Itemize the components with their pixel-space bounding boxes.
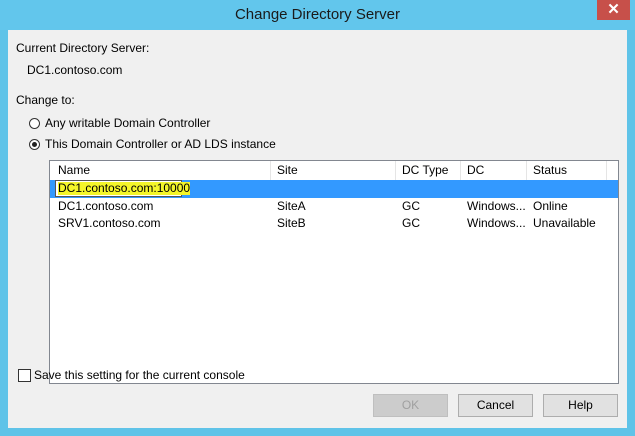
row-name: DC1.contoso.com bbox=[58, 199, 154, 213]
radio-any-writable-dc[interactable] bbox=[29, 118, 40, 129]
server-name-edit-field[interactable]: DC1.contoso.com:10000 bbox=[55, 180, 191, 197]
row-dc-type: GC bbox=[402, 216, 420, 230]
column-header-dc-type[interactable]: DC Type bbox=[396, 161, 461, 180]
ok-button[interactable]: OK bbox=[373, 394, 448, 417]
row-site: SiteA bbox=[277, 199, 306, 213]
radio-this-dc[interactable] bbox=[29, 139, 40, 150]
radio-any-writable-dc-label[interactable]: Any writable Domain Controller bbox=[45, 116, 210, 130]
title-bar: Change Directory Server ✕ bbox=[0, 0, 635, 30]
column-header-status[interactable]: Status bbox=[527, 161, 607, 180]
help-button[interactable]: Help bbox=[543, 394, 618, 417]
save-setting-label[interactable]: Save this setting for the current consol… bbox=[34, 368, 245, 382]
row-name: SRV1.contoso.com bbox=[58, 216, 161, 230]
row-status: Online bbox=[533, 199, 568, 213]
row-status: Unavailable bbox=[533, 216, 596, 230]
row-dc-type: GC bbox=[402, 199, 420, 213]
close-button[interactable]: ✕ bbox=[597, 0, 630, 20]
window-title: Change Directory Server bbox=[234, 6, 401, 23]
list-header: Name Site DC Type DC Version Status bbox=[50, 161, 618, 196]
save-setting-checkbox[interactable] bbox=[18, 369, 31, 382]
row-dc-version: Windows... bbox=[467, 199, 526, 213]
column-header-dc-version[interactable]: DC Version bbox=[461, 161, 527, 196]
cancel-button[interactable]: Cancel bbox=[458, 394, 533, 417]
change-to-label: Change to: bbox=[16, 93, 75, 107]
current-server-value: DC1.contoso.com bbox=[27, 63, 123, 77]
row-dc-version: Windows... bbox=[467, 216, 526, 230]
selected-edit-row[interactable]: DC1.contoso.com:10000 bbox=[50, 180, 618, 198]
close-icon: ✕ bbox=[607, 1, 620, 18]
column-header-site[interactable]: Site bbox=[271, 161, 396, 180]
radio-this-dc-label[interactable]: This Domain Controller or AD LDS instanc… bbox=[45, 137, 276, 151]
column-header-name[interactable]: Name bbox=[52, 161, 271, 180]
server-name-edit-value[interactable]: DC1.contoso.com:10000 bbox=[58, 182, 191, 195]
current-server-label: Current Directory Server: bbox=[16, 41, 150, 55]
server-list[interactable]: Name Site DC Type DC Version Status DC1.… bbox=[49, 160, 619, 384]
dialog-body: Current Directory Server: DC1.contoso.co… bbox=[8, 30, 627, 428]
row-site: SiteB bbox=[277, 216, 306, 230]
